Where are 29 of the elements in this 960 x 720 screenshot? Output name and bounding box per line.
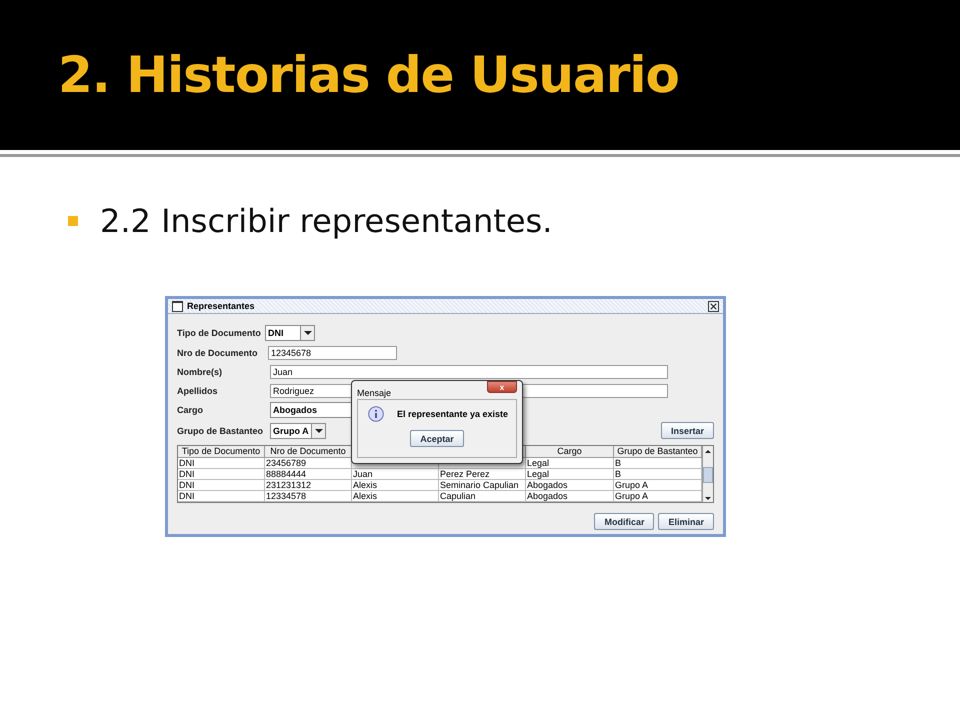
field-label: Nro de Documento [177, 348, 259, 358]
table-cell: Juan [352, 469, 439, 480]
field-label: Cargo [177, 405, 204, 415]
table-cell: 88884444 [265, 469, 352, 480]
field-label: Apellidos [177, 386, 219, 396]
table-cell: Perez Perez [439, 469, 526, 480]
field-label: Tipo de Documento [177, 328, 262, 338]
field-label: Grupo de Bastanteo [177, 426, 264, 436]
table-cell: DNI [178, 458, 265, 469]
table-cell: DNI [178, 480, 265, 491]
table-cell: Capulian [439, 491, 526, 502]
table-cell: DNI [178, 491, 265, 502]
table-cell: 23456789 [265, 458, 352, 469]
window-title: Representantes [187, 301, 256, 311]
table-cell: Alexis [352, 480, 439, 491]
table-cell: Legal [526, 458, 614, 469]
table-cell: DNI [178, 469, 265, 480]
dialog-title: Mensaje [357, 388, 392, 398]
table-cell: 12334578 [265, 491, 352, 502]
table-cell: Seminario Capulian [439, 480, 526, 491]
bullet-text: 2.2 Inscribir representantes. [100, 202, 552, 240]
field-label: Nombre(s) [177, 366, 224, 376]
table-cell: Alexis [352, 491, 439, 502]
table-cell: Abogados [526, 491, 614, 502]
dialog-message: El representante ya existe [397, 409, 508, 419]
table-cell: 231231312 [265, 480, 352, 491]
slide-title: 2. Historias de Usuario [58, 46, 679, 104]
table-cell: Abogados [526, 480, 614, 491]
table-cell: Legal [526, 469, 614, 480]
